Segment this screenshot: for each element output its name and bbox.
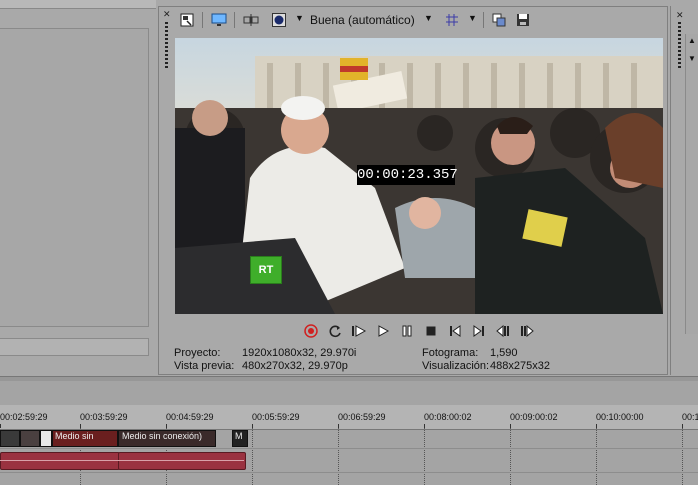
- prev-marker-button[interactable]: [494, 322, 512, 340]
- ruler-label: 00:05:59:29: [252, 412, 300, 422]
- video-display[interactable]: 00:00:23.357 RT: [175, 38, 663, 314]
- clip-label: Medio sin conexión): [122, 431, 203, 441]
- ruler-label: 00:03:59:29: [80, 412, 128, 422]
- preview-properties-icon: [180, 13, 194, 27]
- preview-label: Vista previa:: [174, 360, 235, 372]
- clip-label: M: [235, 431, 243, 441]
- ruler-label: 00:10:00:00: [596, 412, 644, 422]
- track-separator: [0, 448, 698, 449]
- stop-button[interactable]: [422, 322, 440, 340]
- loop-icon: [329, 325, 341, 338]
- left-panel-content: [0, 28, 149, 327]
- right-panel-scroll-up-icon[interactable]: ▲: [688, 36, 696, 45]
- play-from-start-icon: [352, 325, 367, 337]
- next-frame-icon: [473, 325, 484, 337]
- ruler-tick: [0, 424, 1, 428]
- prev-frame-icon: [450, 325, 461, 337]
- audio-waveform-line: [0, 460, 244, 461]
- right-panel-grip-handle[interactable]: [678, 22, 681, 70]
- project-label: Proyecto:: [174, 347, 221, 359]
- play-icon: [378, 325, 390, 337]
- frame-label: Fotograma:: [422, 347, 479, 359]
- stop-icon: [426, 326, 436, 336]
- close-preview-panel-button[interactable]: ✕: [163, 10, 171, 19]
- grid-dropdown-arrow[interactable]: ▼: [468, 13, 477, 23]
- project-value: 1920x1080x32, 29.970i: [242, 347, 357, 359]
- save-snapshot-icon: [517, 14, 529, 26]
- toolbar-separator: [483, 12, 484, 28]
- play-button[interactable]: [374, 322, 392, 340]
- grid-line: [252, 428, 253, 485]
- ruler-label: 00:06:59:29: [338, 412, 386, 422]
- record-icon: [304, 324, 318, 338]
- grid-line: [338, 428, 339, 485]
- timecode-text: 00:00:23.357: [357, 167, 458, 183]
- left-panel-scrollbar[interactable]: [0, 338, 149, 356]
- track-separator: [0, 472, 698, 473]
- preview-properties-button[interactable]: [178, 11, 196, 29]
- right-panel-scroll-down-icon[interactable]: ▼: [688, 54, 696, 63]
- toolbar-separator: [234, 12, 235, 28]
- ruler-label: 00:09:00:02: [510, 412, 558, 422]
- split-screen-icon: [243, 14, 259, 26]
- copy-snapshot-button[interactable]: [490, 11, 508, 29]
- dropdown-arrow-icon: ▼: [424, 13, 433, 23]
- split-screen-button[interactable]: [242, 11, 260, 29]
- video-clip[interactable]: [40, 430, 52, 447]
- grid-icon: [446, 14, 458, 26]
- preview-quality-dropdown[interactable]: ▼ Buena (automático) ▼: [293, 11, 433, 29]
- external-monitor-button[interactable]: [210, 11, 228, 29]
- pause-icon: [402, 325, 412, 337]
- rt-logo-text: RT: [258, 264, 274, 276]
- display-value: 488x275x32: [490, 360, 550, 372]
- video-clip[interactable]: [20, 430, 40, 447]
- next-marker-button[interactable]: [518, 322, 536, 340]
- ruler-label: 00:1: [682, 412, 698, 422]
- timecode-overlay: 00:00:23.357: [357, 165, 458, 185]
- grid-line: [596, 428, 597, 485]
- prev-frame-button[interactable]: [446, 322, 464, 340]
- preview-quality-label: Buena (automático): [310, 13, 415, 27]
- left-panel: [0, 0, 156, 375]
- ruler-label: 00:08:00:02: [424, 412, 472, 422]
- ruler-label: 00:04:59:29: [166, 412, 214, 422]
- loop-button[interactable]: [326, 322, 344, 340]
- preview-value: 480x270x32, 29.970p: [242, 360, 348, 372]
- record-button[interactable]: [302, 322, 320, 340]
- ruler-label: 00:02:59:29: [0, 412, 48, 422]
- left-panel-top-strip: [0, 0, 156, 9]
- prev-marker-icon: [496, 324, 509, 338]
- right-panel: ✕ ▲ ▼: [670, 6, 698, 375]
- play-from-start-button[interactable]: [350, 322, 368, 340]
- clip-label: Medio sin: [55, 431, 94, 441]
- preview-info-area: Proyecto: 1920x1080x32, 29.970i Vista pr…: [170, 345, 664, 373]
- panel-grip-handle[interactable]: [165, 22, 168, 70]
- grid-button[interactable]: [443, 11, 461, 29]
- grid-line: [682, 428, 683, 485]
- pause-button[interactable]: [398, 322, 416, 340]
- copy-snapshot-icon: [492, 13, 506, 27]
- frame-value: 1,590: [490, 347, 518, 359]
- video-clip[interactable]: [0, 430, 20, 447]
- audio-clip[interactable]: [118, 452, 246, 470]
- grid-line: [510, 428, 511, 485]
- dropdown-arrow-icon: ▼: [295, 13, 304, 23]
- overlays-button[interactable]: [270, 11, 288, 29]
- next-frame-button[interactable]: [470, 322, 488, 340]
- toolbar-separator: [202, 12, 203, 28]
- close-right-panel-button[interactable]: ✕: [676, 10, 684, 21]
- right-panel-content: [685, 34, 698, 334]
- rt-logo: RT: [250, 256, 282, 284]
- save-snapshot-button[interactable]: [514, 11, 532, 29]
- external-monitor-icon: [211, 13, 227, 26]
- next-marker-icon: [521, 324, 534, 338]
- overlays-icon: [272, 13, 286, 27]
- audio-clip[interactable]: [0, 452, 120, 470]
- display-label: Visualización:: [422, 360, 490, 372]
- grid-line: [424, 428, 425, 485]
